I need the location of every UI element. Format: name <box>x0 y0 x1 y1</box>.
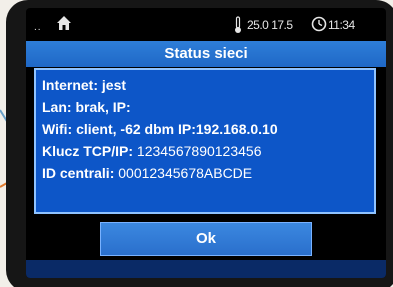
tcp-key-row: Klucz TCP/IP: 1234567890123456 <box>42 140 368 162</box>
signal-dots: .. <box>34 22 42 33</box>
bottom-strip <box>26 260 386 278</box>
row-label: Wifi: client, -62 dbm IP:192.168.0.10 <box>42 121 278 137</box>
network-status-panel: Internet: jest Lan: brak, IP: Wifi: clie… <box>34 68 376 214</box>
internet-status-row: Internet: jest <box>42 74 368 96</box>
device-bezel: .. 25.0 17.5 11:34 Status sieci Internet… <box>6 0 393 287</box>
thermometer-icon <box>235 16 241 33</box>
temperature-readout: 25.0 17.5 <box>247 18 293 32</box>
device-screen: .. 25.0 17.5 11:34 Status sieci Internet… <box>26 8 386 278</box>
status-bar: .. 25.0 17.5 11:34 <box>26 8 386 38</box>
home-icon[interactable] <box>56 15 72 31</box>
ok-button[interactable]: Ok <box>100 222 312 256</box>
row-label: Internet: jest <box>42 77 127 93</box>
row-label: Lan: brak, IP: <box>42 99 131 115</box>
row-label: Klucz TCP/IP: <box>42 143 134 159</box>
lan-status-row: Lan: brak, IP: <box>42 96 368 118</box>
row-label: ID centrali: <box>42 165 115 181</box>
central-id-row: ID centrali: 00012345678ABCDE <box>42 162 368 184</box>
row-value: 00012345678ABCDE <box>114 165 253 181</box>
clock-time: 11:34 <box>328 18 355 32</box>
dialog-title: Status sieci <box>26 41 386 67</box>
row-value: 1234567890123456 <box>133 143 262 159</box>
photo-frame: .. 25.0 17.5 11:34 Status sieci Internet… <box>0 0 393 287</box>
wifi-status-row: Wifi: client, -62 dbm IP:192.168.0.10 <box>42 118 368 140</box>
clock-icon <box>311 16 327 32</box>
